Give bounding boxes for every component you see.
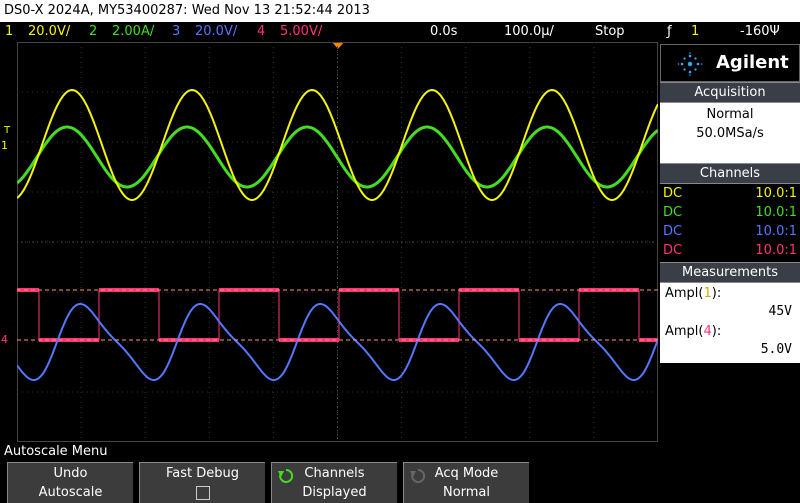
channels-displayed-button[interactable]: Channels Displayed [271,462,397,503]
trigger-edge-icon[interactable]: ƒ [667,22,672,42]
ch4-number[interactable]: 4 [257,22,265,42]
undo-autoscale-button[interactable]: Undo Autoscale [7,462,133,503]
ch1-ground-marker[interactable]: 1 [1,140,8,151]
ch2-number[interactable]: 2 [89,22,97,42]
ch2-probe: 10.0:1 [755,205,797,220]
run-state[interactable]: Stop [595,22,625,42]
channel-row-2: DC 10.0:1 [663,203,797,222]
fast-debug-checkbox[interactable] [195,485,210,500]
time-scale[interactable]: 100.0µ/ [504,22,554,42]
measurement-1-value: 45V [768,304,792,319]
sample-rate: 50.0MSa/s [696,126,764,141]
status-bar: 1 20.0V/ 2 2.00A/ 3 20.0V/ 4 5.00V/ 0.0s… [0,22,800,42]
measurement-2-label: Ampl(4): [665,324,722,339]
ch4-ground-marker[interactable]: 4 [1,334,8,345]
window-title: DS0-X 2024A, MY53400287: Wed Nov 13 21:5… [0,0,800,22]
acquisition-body: Normal 50.0MSa/s [660,103,800,165]
ch1-number[interactable]: 1 [5,22,13,42]
acq-mode-button[interactable]: Acq Mode Normal [403,462,529,503]
waveform-display[interactable] [16,42,659,442]
measurements-body: Ampl(1): 45V Ampl(4): 5.0V [660,283,800,363]
brand-name: Agilent [716,52,789,73]
channels-body: DC 10.0:1 DC 10.0:1 DC 10.0:1 DC 10.0:1 [660,184,800,262]
agilent-spark-icon [677,52,703,76]
trigger-level[interactable]: -160Ψ [740,22,780,42]
ch3-coupling: DC [663,224,683,239]
trigger-level-marker: T [4,125,11,136]
ch4-probe: 10.0:1 [755,243,797,258]
ch1-scale[interactable]: 20.0V/ [28,22,70,42]
menu-title: Autoscale Menu [0,443,800,461]
acquisition-mode: Normal [706,107,754,122]
ch4-coupling: DC [663,243,683,258]
brand-box: Agilent [660,44,800,82]
ch2-coupling: DC [663,205,683,220]
measurements-header: Measurements [660,262,800,283]
ch1-coupling: DC [663,186,683,201]
waveform-canvas[interactable] [16,42,659,442]
measurement-2-value: 5.0V [760,342,792,357]
ch3-scale[interactable]: 20.0V/ [195,22,237,42]
channel-row-3: DC 10.0:1 [663,222,797,241]
fast-debug-button[interactable]: Fast Debug [139,462,265,503]
time-offset[interactable]: 0.0s [430,22,457,42]
ch4-scale[interactable]: 5.00V/ [280,22,322,42]
ch3-number[interactable]: 3 [172,22,180,42]
acquisition-header: Acquisition [660,82,800,103]
ch2-scale[interactable]: 2.00A/ [112,22,154,42]
measurement-1-label: Ampl(1): [665,286,722,301]
ch3-probe: 10.0:1 [755,224,797,239]
ch1-probe: 10.0:1 [755,186,797,201]
trigger-channel[interactable]: 1 [691,22,699,42]
info-panel: Agilent Acquisition Normal 50.0MSa/s Cha… [660,44,800,442]
channel-row-1: DC 10.0:1 [663,184,797,203]
channel-row-4: DC 10.0:1 [663,241,797,260]
channels-header: Channels [660,163,800,184]
